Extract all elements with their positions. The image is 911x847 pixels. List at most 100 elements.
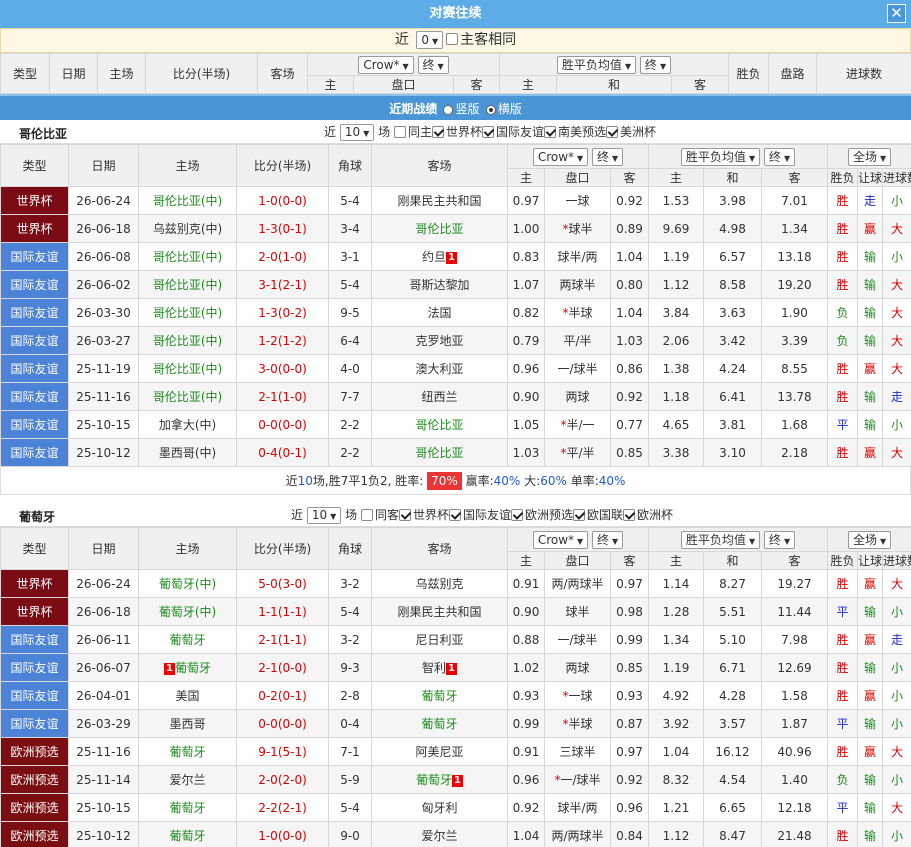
match-score[interactable]: 1-0(0-0)	[236, 186, 329, 215]
league-checkbox[interactable]	[481, 125, 494, 138]
home-team[interactable]: 哥伦比亚(中)	[153, 362, 222, 376]
home-team[interactable]: 加拿大(中)	[159, 418, 216, 432]
home-team[interactable]: 葡萄牙	[169, 633, 205, 647]
home-team[interactable]: 葡萄牙	[169, 829, 205, 843]
match-score[interactable]: 1-3(0-2)	[236, 298, 329, 327]
away-team[interactable]: 葡萄牙	[421, 689, 457, 703]
table-row[interactable]: 世界杯 26-06-24 哥伦比亚(中) 1-0(0-0) 5-4 刚果民主共和国 0.97…	[0, 186, 911, 215]
away-team[interactable]: 澳大利亚	[415, 362, 463, 376]
home-team[interactable]: 美国	[175, 689, 199, 703]
away-team[interactable]: 刚果民主共和国	[397, 605, 481, 619]
table-row[interactable]: 欧洲预选 25-10-15 葡萄牙 2-2(2-1) 5-4 匈牙利 0.92 球半/两 0.9…	[0, 793, 911, 822]
home-team[interactable]: 葡萄牙	[169, 745, 205, 759]
home-team[interactable]: 乌兹别克(中)	[153, 222, 222, 236]
match-score[interactable]: 1-1(1-1)	[236, 597, 329, 626]
table-row[interactable]: 世界杯 26-06-18 乌兹别克(中) 1-3(0-1) 3-4 哥伦比亚 1.00 *球半…	[0, 214, 911, 243]
odds-type-select[interactable]: 胜平负均值 ▼	[680, 530, 761, 549]
league-checkbox[interactable]	[623, 508, 636, 521]
home-team[interactable]: 葡萄牙(中)	[159, 605, 216, 619]
match-score[interactable]: 0-4(0-1)	[236, 438, 329, 467]
match-score[interactable]: 2-0(2-0)	[236, 765, 329, 794]
league-badge[interactable]: 国际友谊	[0, 681, 69, 710]
match-score[interactable]: 1-0(0-0)	[236, 821, 329, 847]
same-venue-checkbox[interactable]	[446, 33, 459, 45]
league-badge[interactable]: 国际友谊	[0, 270, 69, 299]
home-team[interactable]: 哥伦比亚(中)	[153, 278, 222, 292]
home-team[interactable]: 哥伦比亚(中)	[153, 194, 222, 208]
league-checkbox[interactable]	[544, 125, 556, 138]
table-row[interactable]: 世界杯 26-06-18 葡萄牙(中) 1-1(1-1) 5-4 刚果民主共和国 0.90 球…	[0, 597, 911, 626]
league-badge[interactable]: 国际友谊	[0, 709, 69, 738]
home-team[interactable]: 葡萄牙	[175, 661, 211, 675]
home-team[interactable]: 哥伦比亚(中)	[153, 306, 222, 320]
match-score[interactable]: 0-2(0-1)	[236, 681, 329, 710]
league-checkbox[interactable]	[573, 508, 586, 521]
h2h-count-select[interactable]: 0 ▼	[416, 31, 444, 49]
league-badge[interactable]: 欧洲预选	[0, 737, 69, 766]
away-team[interactable]: 法国	[427, 306, 451, 320]
close-icon[interactable]: ✕	[887, 4, 906, 23]
match-score[interactable]: 2-1(0-0)	[236, 653, 329, 682]
home-team[interactable]: 墨西哥	[169, 717, 205, 731]
league-badge[interactable]: 国际友谊	[0, 354, 69, 383]
table-row[interactable]: 欧洲预选 25-11-14 爱尔兰 2-0(2-0) 5-9 葡萄牙 1 0.96 *一/球半 0…	[0, 765, 911, 794]
away-team[interactable]: 葡萄牙	[421, 717, 457, 731]
league-badge[interactable]: 欧洲预选	[0, 793, 69, 822]
table-row[interactable]: 国际友谊 26-03-29 墨西哥 0-0(0-0) 0-4 葡萄牙 0.99 *半球 0.87…	[0, 709, 911, 738]
away-team[interactable]: 匈牙利	[421, 801, 457, 815]
league-badge[interactable]: 国际友谊	[0, 298, 69, 327]
league-checkbox[interactable]	[511, 508, 523, 521]
company-select[interactable]: Crow* ▼	[532, 530, 589, 549]
company-select[interactable]: Crow* ▼	[358, 55, 414, 74]
home-team[interactable]: 哥伦比亚(中)	[153, 390, 222, 404]
home-team[interactable]: 葡萄牙(中)	[159, 577, 216, 591]
home-team[interactable]: 墨西哥(中)	[159, 446, 216, 460]
table-row[interactable]: 国际友谊 25-11-16 哥伦比亚(中) 2-1(1-0) 7-7 纽西兰 0.90 两球 0…	[0, 382, 911, 411]
match-score[interactable]: 3-0(0-0)	[236, 354, 329, 383]
table-row[interactable]: 欧洲预选 25-10-12 葡萄牙 1-0(0-0) 9-0 爱尔兰 1.04 两/两球半 0.…	[0, 821, 911, 847]
match-score[interactable]: 2-0(1-0)	[236, 242, 329, 271]
away-team[interactable]: 哥伦比亚	[415, 222, 463, 236]
match-score[interactable]: 0-0(0-0)	[236, 709, 329, 738]
league-checkbox[interactable]	[448, 508, 461, 521]
away-team[interactable]: 哥伦比亚	[415, 418, 463, 432]
league-checkbox[interactable]	[398, 508, 411, 521]
match-score[interactable]: 2-1(1-0)	[236, 382, 329, 411]
away-team[interactable]: 乌兹别克	[415, 577, 463, 591]
league-badge[interactable]: 世界杯	[0, 214, 69, 243]
table-row[interactable]: 国际友谊 26-03-27 哥伦比亚(中) 1-2(1-2) 6-4 克罗地亚 0.79 平/…	[0, 326, 911, 355]
table-row[interactable]: 国际友谊 26-06-11 葡萄牙 2-1(1-1) 3-2 尼日利亚 0.88 一/球半 0.…	[0, 625, 911, 654]
horizontal-radio[interactable]	[485, 104, 496, 115]
end-select[interactable]: 终 ▼	[417, 55, 449, 74]
team-count-select[interactable]: 10 ▼	[306, 507, 342, 524]
away-team[interactable]: 尼日利亚	[415, 633, 463, 647]
table-row[interactable]: 国际友谊 26-06-07 1 葡萄牙 2-1(0-0) 9-3 智利 1 1.02 两球 0.85…	[0, 653, 911, 682]
away-team[interactable]: 智利	[422, 661, 446, 675]
league-badge[interactable]: 国际友谊	[0, 382, 69, 411]
league-badge[interactable]: 欧洲预选	[0, 821, 69, 847]
match-score[interactable]: 9-1(5-1)	[236, 737, 329, 766]
match-score[interactable]: 0-0(0-0)	[236, 410, 329, 439]
league-badge[interactable]: 世界杯	[0, 569, 69, 598]
league-badge[interactable]: 国际友谊	[0, 653, 69, 682]
league-badge[interactable]: 世界杯	[0, 597, 69, 626]
end-select[interactable]: 终 ▼	[592, 530, 624, 549]
league-checkbox[interactable]	[431, 125, 444, 138]
away-team[interactable]: 葡萄牙	[416, 773, 452, 787]
same-venue-checkbox[interactable]	[393, 125, 406, 138]
league-badge[interactable]: 国际友谊	[0, 438, 69, 467]
scope-select[interactable]: 全场 ▼	[847, 147, 892, 166]
away-team[interactable]: 克罗地亚	[415, 334, 463, 348]
away-team[interactable]: 爱尔兰	[421, 829, 457, 843]
match-score[interactable]: 1-2(1-2)	[236, 326, 329, 355]
table-row[interactable]: 国际友谊 26-03-30 哥伦比亚(中) 1-3(0-2) 9-5 法国 0.82 *半球 1…	[0, 298, 911, 327]
table-row[interactable]: 世界杯 26-06-24 葡萄牙(中) 5-0(3-0) 3-2 乌兹别克 0.91 两/两球…	[0, 569, 911, 598]
team-count-select[interactable]: 10 ▼	[339, 124, 375, 141]
table-row[interactable]: 国际友谊 26-04-01 美国 0-2(0-1) 2-8 葡萄牙 0.93 *一球 0.93 4…	[0, 681, 911, 710]
league-badge[interactable]: 国际友谊	[0, 242, 69, 271]
table-row[interactable]: 国际友谊 26-06-08 哥伦比亚(中) 2-0(1-0) 3-1 约旦 1 0.83 球半/…	[0, 242, 911, 271]
league-checkbox[interactable]	[606, 125, 619, 138]
table-row[interactable]: 国际友谊 25-10-12 墨西哥(中) 0-4(0-1) 2-2 哥伦比亚 1.03 *平/…	[0, 438, 911, 467]
company-select[interactable]: Crow* ▼	[532, 147, 589, 166]
end2-select[interactable]: 终 ▼	[763, 530, 796, 549]
